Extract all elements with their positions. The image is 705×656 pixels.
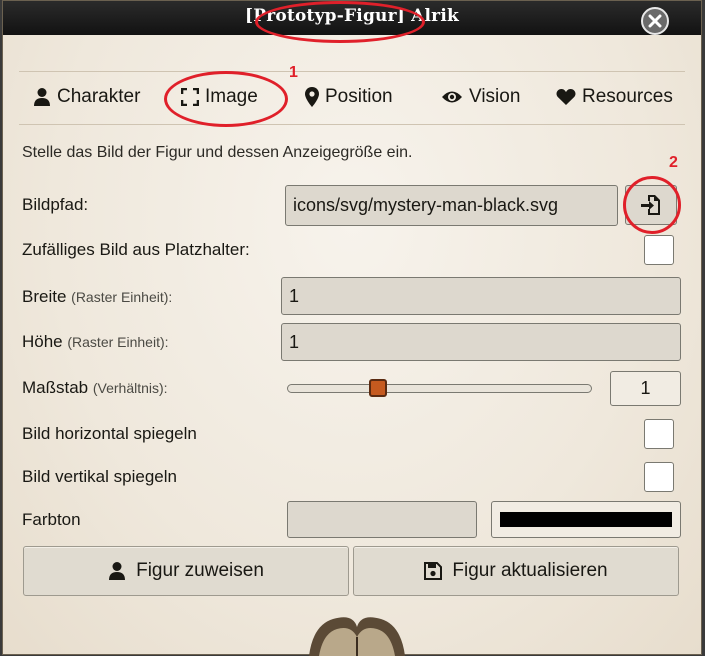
scale-slider-track[interactable]: [287, 384, 592, 393]
image-path-input[interactable]: icons/svg/mystery-man-black.svg: [285, 185, 618, 226]
random-image-checkbox[interactable]: [644, 235, 674, 265]
user-icon: [109, 562, 126, 580]
tab-hint: Stelle das Bild der Figur und dessen Anz…: [22, 144, 413, 161]
height-label-text: Höhe: [22, 332, 63, 351]
token-config-window: [Prototyp-Figur] Alrik Charakter Image P…: [2, 0, 702, 656]
tab-vision[interactable]: Vision: [441, 82, 520, 112]
assign-token-label: Figur zuweisen: [136, 560, 264, 581]
save-icon: [424, 562, 443, 580]
width-label: Breite (Raster Einheit):: [22, 287, 172, 307]
scale-value-input[interactable]: 1: [610, 371, 681, 406]
update-token-button[interactable]: Figur aktualisieren: [353, 546, 679, 596]
update-token-label: Figur aktualisieren: [452, 560, 608, 581]
book-ornament-icon: [309, 617, 405, 656]
close-button[interactable]: [641, 7, 669, 35]
tab-label: Position: [325, 86, 393, 107]
flip-horizontal-checkbox[interactable]: [644, 419, 674, 449]
random-image-label: Zufälliges Bild aus Platzhalter:: [22, 240, 250, 259]
flip-horizontal-label: Bild horizontal spiegeln: [22, 424, 197, 443]
tab-position[interactable]: Position: [305, 82, 393, 112]
tint-color-fill: [500, 512, 672, 527]
eye-icon: [442, 91, 462, 103]
scale-label-unit: (Verhältnis):: [92, 380, 168, 396]
tab-label: Resources: [582, 86, 673, 107]
width-input[interactable]: 1: [281, 277, 681, 315]
scale-slider-thumb[interactable]: [369, 379, 387, 397]
height-input[interactable]: 1: [281, 323, 681, 361]
tab-label: Vision: [469, 86, 521, 107]
height-label: Höhe (Raster Einheit):: [22, 332, 169, 352]
annotation-ellipse-file-button: [623, 176, 681, 234]
annotation-number-2: 2: [669, 154, 678, 171]
flip-vertical-label: Bild vertikal spiegeln: [22, 467, 177, 486]
width-label-unit: (Raster Einheit):: [71, 289, 173, 305]
width-label-text: Breite: [22, 287, 67, 306]
tint-text-input[interactable]: [287, 501, 477, 538]
annotation-number-1: 1: [289, 64, 298, 81]
assign-token-button[interactable]: Figur zuweisen: [23, 546, 349, 596]
user-icon: [34, 88, 50, 106]
tint-label: Farbton: [22, 510, 81, 529]
image-path-label: Bildpfad:: [22, 195, 89, 214]
flip-vertical-checkbox[interactable]: [644, 462, 674, 492]
tab-charakter[interactable]: Charakter: [33, 82, 140, 112]
tab-label: Charakter: [57, 86, 141, 107]
tab-resources[interactable]: Resources: [556, 82, 673, 112]
tab-bar: Charakter Image Position Vision Resource…: [19, 71, 685, 125]
scale-label: Maßstab (Verhältnis):: [22, 378, 168, 398]
tint-color-picker[interactable]: [491, 501, 681, 538]
scale-label-text: Maßstab: [22, 378, 89, 397]
close-icon: [648, 14, 662, 28]
height-label-unit: (Raster Einheit):: [67, 334, 169, 350]
annotation-ellipse-title: [255, 1, 425, 43]
map-marker-icon: [305, 87, 319, 107]
annotation-ellipse-image-tab: [164, 71, 288, 127]
heart-icon: [556, 89, 576, 105]
